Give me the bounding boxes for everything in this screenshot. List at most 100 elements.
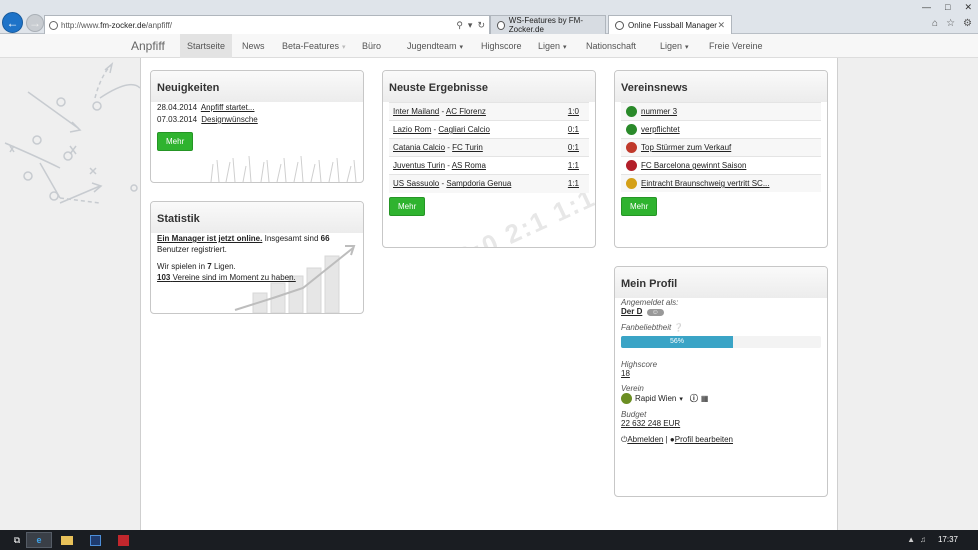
away-team-link[interactable]: AS Roma	[452, 161, 486, 170]
nav-buero[interactable]: Büro	[355, 34, 388, 58]
results-more-button[interactable]: Mehr	[389, 196, 426, 216]
taskbar-clock[interactable]: 17:37	[938, 535, 958, 544]
list-item: verpflichtet	[621, 120, 821, 138]
club-news-link[interactable]: nummer 3	[641, 107, 677, 116]
close-tab-icon[interactable]: ✕	[717, 20, 725, 31]
caret-down-icon: ▾	[342, 44, 346, 51]
caret-down-icon[interactable]: ▾	[679, 395, 683, 403]
filezilla-icon[interactable]	[110, 532, 136, 548]
club-label: Verein	[621, 384, 644, 393]
score-link[interactable]: 0:1	[568, 143, 579, 152]
fan-popularity-bar: 56%	[621, 336, 821, 348]
score-link[interactable]: 1:1	[568, 179, 579, 188]
refresh-icon[interactable]: ↻	[477, 20, 485, 31]
brand-logo[interactable]: Anpfiff	[131, 39, 165, 53]
nav-ligen[interactable]: Ligen ▾	[531, 34, 574, 58]
stat-text: Insgesamt sind	[264, 234, 319, 243]
away-team-link[interactable]: Sampdoria Genua	[446, 179, 511, 188]
file-explorer-icon[interactable]	[54, 532, 80, 548]
club-news-link[interactable]: Eintracht Braunschweig vertritt SC...	[641, 179, 770, 188]
profile-title: Mein Profil	[615, 267, 827, 298]
club-news-list: nummer 3 verpflichtet Top Stürmer zum Ve…	[615, 102, 827, 192]
internet-explorer-icon[interactable]: e	[26, 532, 52, 548]
logout-link[interactable]: Abmelden	[627, 435, 663, 444]
browser-tab-active[interactable]: Online Fussball Manager ✕	[608, 15, 732, 34]
club-news-more-button[interactable]: Mehr	[621, 197, 658, 216]
url-prefix: http://www.	[61, 20, 101, 30]
club-crest-icon	[626, 106, 637, 117]
tactics-decoration	[4, 61, 140, 204]
nav-freie-vereine[interactable]: Freie Vereine	[702, 34, 770, 58]
club-news-link[interactable]: Top Stürmer zum Verkauf	[641, 143, 731, 152]
nav-jugendteam[interactable]: Jugendteam ▾	[400, 34, 470, 58]
gear-icon[interactable]: ⚙	[963, 18, 972, 29]
table-row: Inter Mailand - AC Florenz 1:0	[389, 102, 589, 121]
calendar-icon[interactable]: ▦	[701, 394, 709, 403]
away-team-link[interactable]: Cagliari Calcio	[438, 125, 490, 134]
address-bar[interactable]: http://www. fm-zocker.de/anpfiff/ ⚲ ▾ ↻	[44, 15, 490, 34]
info-icon[interactable]: ⓘ	[690, 393, 698, 404]
close-window-icon[interactable]: ✕	[964, 2, 972, 13]
network-icon[interactable]: ▲	[907, 535, 915, 544]
away-team-link[interactable]: AC Florenz	[446, 107, 486, 116]
nav-ligen-2[interactable]: Ligen ▾	[653, 34, 696, 58]
volume-icon[interactable]: ♫	[920, 535, 926, 544]
score-link[interactable]: 1:0	[568, 107, 579, 116]
help-icon[interactable]: ❔	[674, 323, 684, 332]
url-path: /anpfiff/	[145, 20, 173, 30]
news-link[interactable]: Anpfiff startet...	[201, 103, 255, 112]
score-link[interactable]: 1:1	[568, 161, 579, 170]
edit-profile-link[interactable]: Profil bearbeiten	[675, 435, 733, 444]
minimize-icon[interactable]: —	[922, 2, 931, 13]
stat-text: Wir spielen in	[157, 262, 206, 271]
fan-popularity-fill: 56%	[621, 336, 733, 348]
budget-label: Budget	[621, 410, 647, 419]
online-managers-link[interactable]: Ein Manager ist jetzt online.	[157, 234, 262, 243]
tab-favicon	[497, 20, 505, 30]
club-news-link[interactable]: verpflichtet	[641, 125, 680, 134]
news-panel: Neuigkeiten 28.04.2014 Anpfiff startet..…	[150, 70, 364, 183]
home-team-link[interactable]: Lazio Rom	[393, 125, 431, 134]
table-row: US Sassuolo - Sampdoria Genua 1:1	[389, 174, 589, 193]
search-icon[interactable]: ⚲	[456, 20, 463, 31]
photoshop-icon[interactable]	[82, 532, 108, 548]
username-link[interactable]: Der D	[621, 307, 642, 316]
registered-count: 66	[320, 234, 330, 243]
home-team-link[interactable]: Inter Mailand	[393, 107, 439, 116]
maximize-icon[interactable]: □	[945, 2, 950, 13]
score-link[interactable]: 0:1	[568, 125, 579, 134]
statistics-body: Ein Manager ist jetzt online. Insgesamt …	[151, 233, 363, 283]
browser-tab-ws-features[interactable]: WS-Features by FM-Zocker.de	[490, 15, 606, 34]
away-team-link[interactable]: FC Turin	[452, 143, 483, 152]
nav-news[interactable]: News	[235, 34, 272, 58]
club-news-link[interactable]: FC Barcelona gewinnt Saison	[641, 161, 746, 170]
right-background	[839, 58, 978, 530]
fan-popularity-row: Fanbeliebtheit ❔	[615, 323, 827, 332]
home-team-link[interactable]: Juventus Turin	[393, 161, 445, 170]
forward-button[interactable]: →	[26, 14, 44, 32]
dropdown-icon[interactable]: ▾	[468, 20, 473, 31]
club-news-title: Vereinsnews	[615, 71, 827, 102]
favorites-star-icon[interactable]: ☆	[946, 18, 955, 29]
club-dropdown[interactable]: Rapid Wien	[635, 394, 676, 403]
nav-highscore[interactable]: Highscore	[474, 34, 529, 58]
nav-nationschaft[interactable]: Nationschaft	[579, 34, 643, 58]
free-clubs-link[interactable]: 103 Vereine sind im Moment zu haben.	[157, 273, 296, 282]
home-icon[interactable]: ⌂	[932, 18, 938, 29]
club-news-panel: Vereinsnews nummer 3 verpflichtet Top St…	[614, 70, 828, 248]
back-button[interactable]: ←	[2, 12, 23, 33]
nav-startseite[interactable]: Startseite	[180, 34, 233, 58]
results-title: Neuste Ergebnisse	[383, 71, 595, 102]
results-table: Inter Mailand - AC Florenz 1:0 Lazio Rom …	[389, 102, 589, 193]
nav-beta-features[interactable]: Beta-Features ▾	[275, 34, 353, 58]
club-crest-icon	[626, 142, 637, 153]
home-team-link[interactable]: US Sassuolo	[393, 179, 439, 188]
highscore-link[interactable]: 18	[621, 369, 630, 378]
list-item: nummer 3	[621, 102, 821, 120]
news-link[interactable]: Designwünsche	[201, 115, 257, 124]
budget-link[interactable]: 22 632 248 EUR	[621, 419, 680, 428]
news-date: 28.04.2014	[157, 103, 198, 112]
club-row: Rapid Wien ▾ ⓘ ▦	[615, 393, 827, 404]
home-team-link[interactable]: Catania Calcio	[393, 143, 445, 152]
arrow-left-icon: ←	[6, 15, 19, 30]
